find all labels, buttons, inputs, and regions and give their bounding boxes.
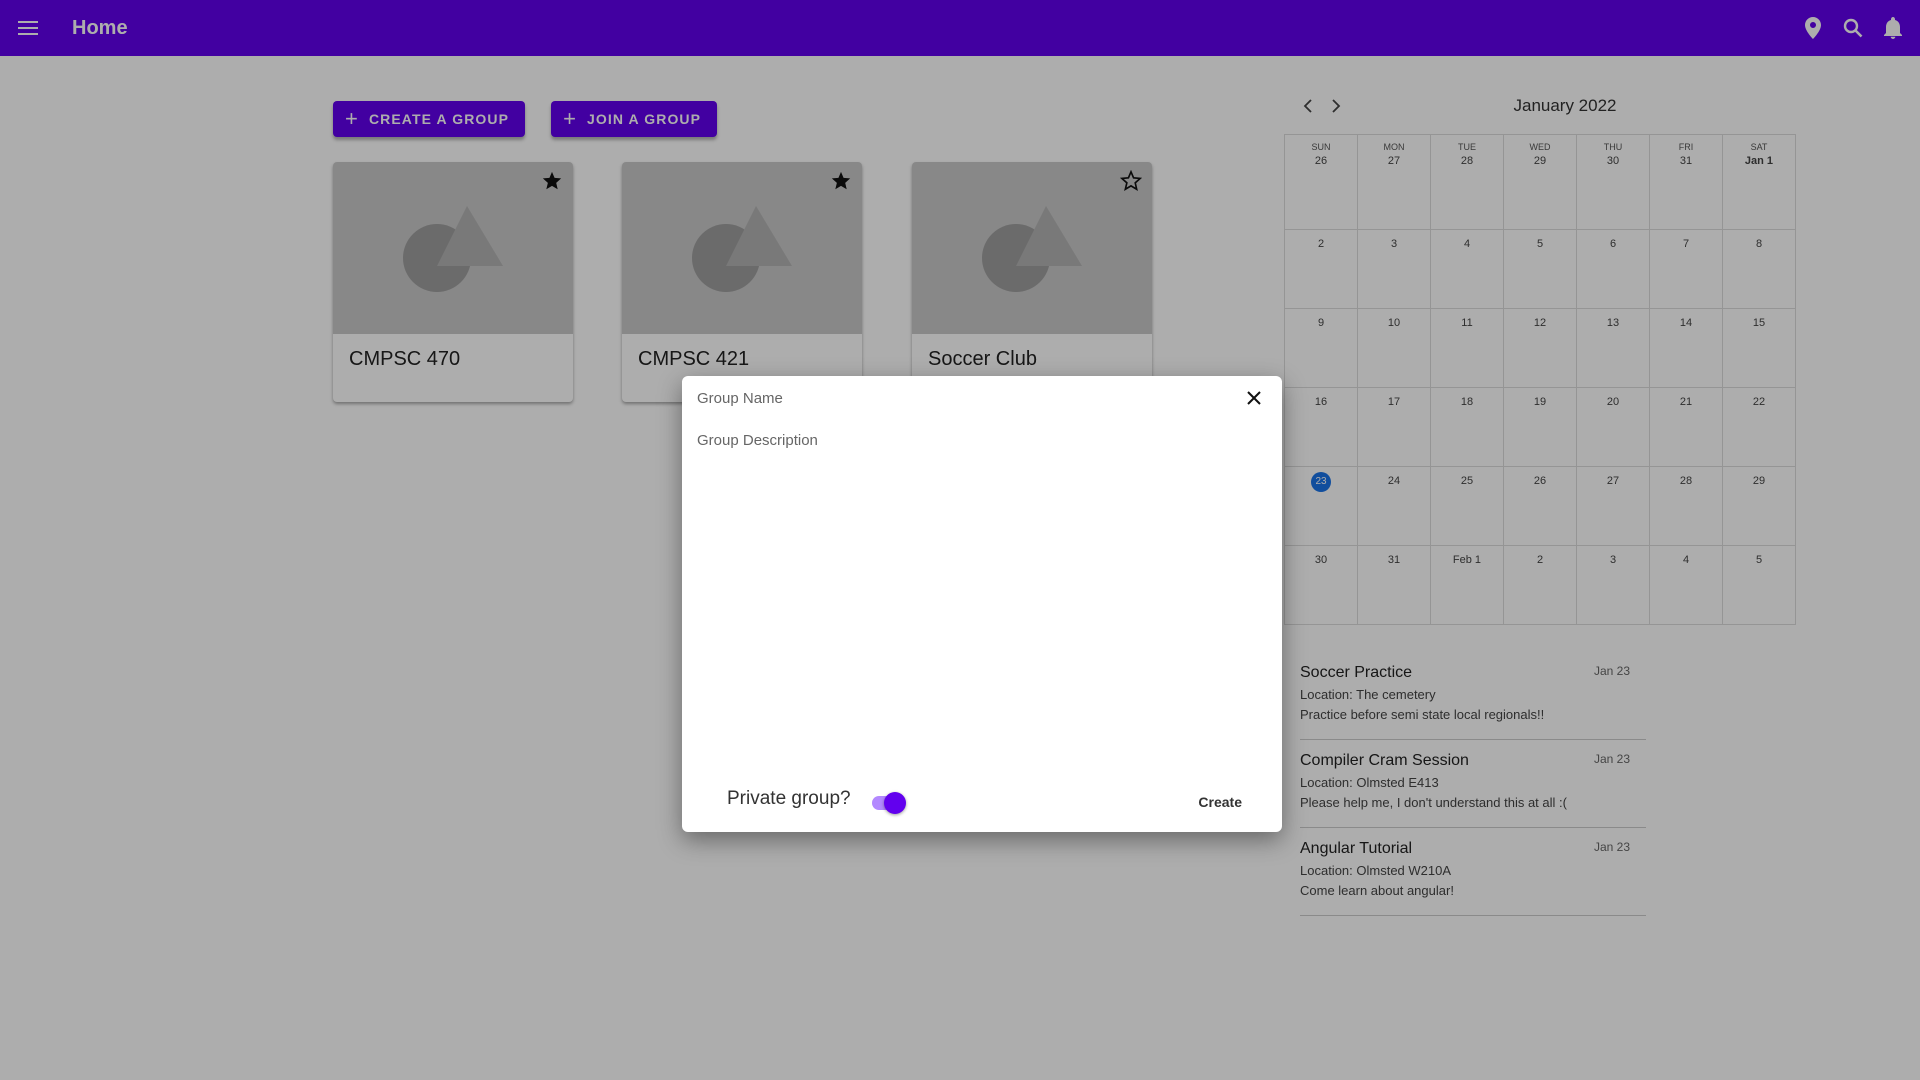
private-group-toggle[interactable] (870, 792, 906, 814)
close-icon (1247, 391, 1261, 405)
private-group-label: Private group? (727, 788, 851, 809)
toggle-thumb (884, 792, 906, 814)
group-description-input[interactable] (697, 432, 1257, 732)
group-name-input[interactable] (697, 390, 1197, 407)
create-button[interactable]: Create (1198, 794, 1242, 810)
create-group-dialog: Private group? Create (682, 376, 1282, 832)
close-button[interactable] (1242, 386, 1266, 410)
